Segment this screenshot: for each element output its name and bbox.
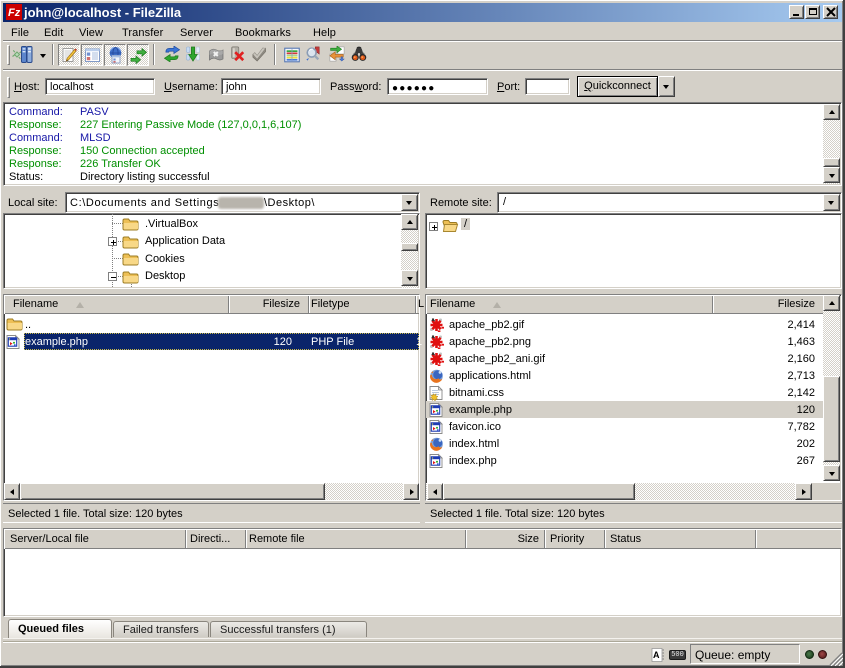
svg-text:A: A — [653, 650, 660, 660]
svg-text:Fz: Fz — [8, 7, 21, 19]
